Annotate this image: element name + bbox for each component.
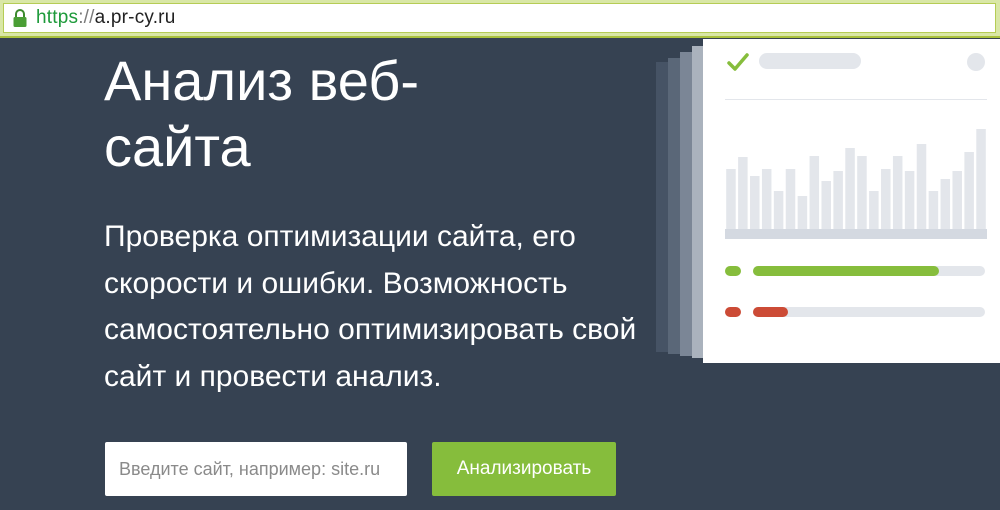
red-progress-track <box>753 307 985 317</box>
url-text: https://a.pr-cy.ru <box>36 7 175 29</box>
card-divider <box>725 99 987 100</box>
graphic-bar <box>809 156 820 229</box>
graphic-bar <box>750 176 760 229</box>
graphic-bar <box>904 171 915 229</box>
red-indicator-dot <box>725 307 741 317</box>
graphic-bar <box>773 191 784 229</box>
check-icon <box>727 53 749 71</box>
graphic-bar <box>785 169 796 229</box>
green-progress-track <box>753 266 985 276</box>
graphic-bar <box>881 169 891 229</box>
graphic-bar <box>738 157 748 229</box>
report-illustration-card <box>703 39 1000 363</box>
hero-description: Проверка оптимизации сайта, его скорости… <box>104 220 637 393</box>
graphic-bar <box>964 152 974 229</box>
browser-address-bar: https://a.pr-cy.ru <box>0 0 1000 38</box>
graphic-bar <box>940 179 951 229</box>
graphic-bar <box>821 181 831 229</box>
graphic-bar <box>869 191 879 229</box>
graphic-bar <box>797 196 808 229</box>
graphic-bar <box>892 156 903 229</box>
graphic-bar <box>857 156 867 229</box>
graphic-baseline <box>725 229 987 239</box>
page-title: Анализ веб-сайта <box>104 49 419 178</box>
green-indicator-dot <box>725 266 741 276</box>
url-separator: :// <box>78 7 95 28</box>
graphic-bar <box>726 169 736 229</box>
graphic-bar <box>928 191 939 229</box>
graphic-bar <box>833 171 843 229</box>
graphic-bar <box>845 148 855 229</box>
lock-icon <box>13 9 27 27</box>
url-scheme: https <box>36 7 79 28</box>
graphic-bar <box>976 129 986 229</box>
placeholder-text-bar <box>759 53 861 69</box>
url-host: a.pr-cy.ru <box>94 7 176 28</box>
url-field[interactable]: https://a.pr-cy.ru <box>3 3 996 33</box>
graphic-bar <box>916 144 927 229</box>
bar-graphic <box>725 129 987 239</box>
analyze-button[interactable]: Анализировать <box>432 442 616 496</box>
red-progress-fill <box>753 307 788 317</box>
graphic-bar <box>761 169 772 229</box>
green-progress-fill <box>753 266 939 276</box>
placeholder-dot <box>967 53 985 71</box>
graphic-bar <box>952 171 962 229</box>
site-url-input[interactable] <box>105 442 407 496</box>
